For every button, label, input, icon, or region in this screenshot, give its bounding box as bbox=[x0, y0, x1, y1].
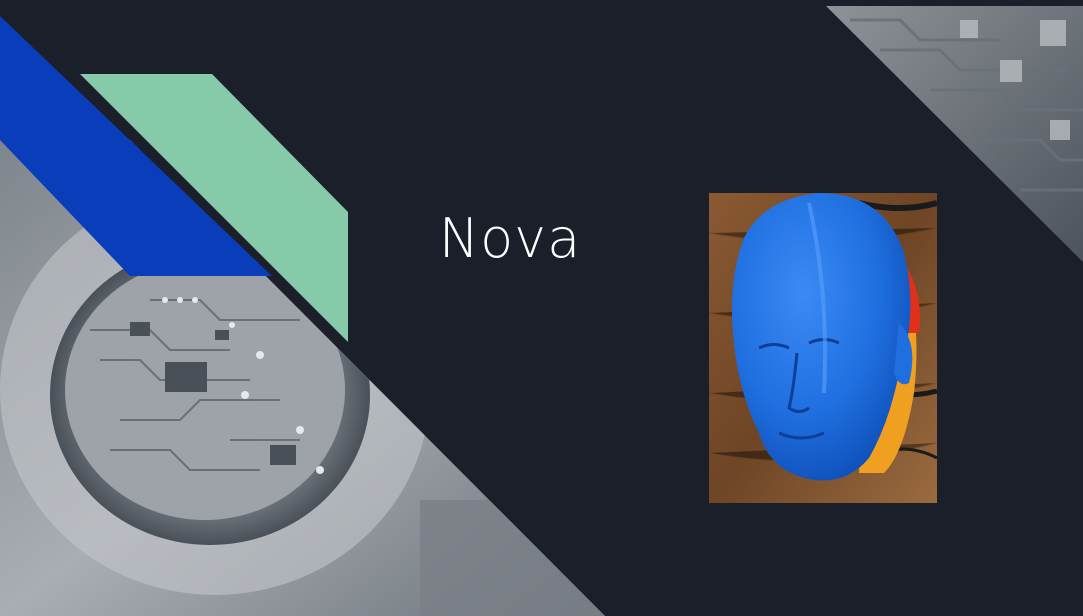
slide: Nova bbox=[0, 0, 1083, 616]
slide-title: Nova bbox=[438, 207, 582, 270]
3d-printed-head-photo bbox=[709, 193, 937, 503]
